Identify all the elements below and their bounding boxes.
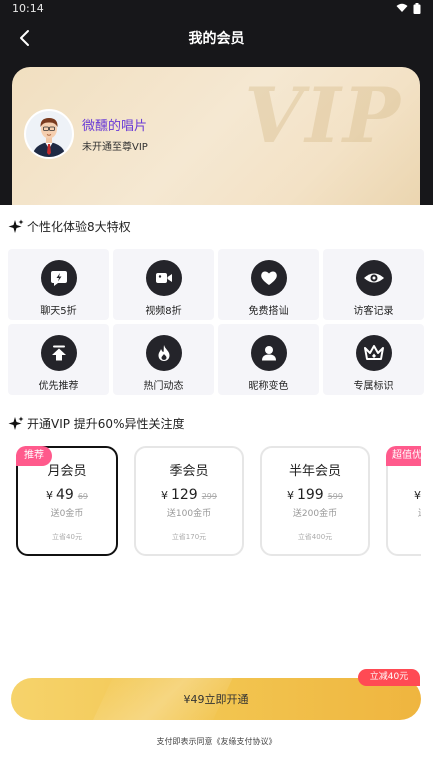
plan-coins: 送200金币	[292, 509, 338, 519]
arrow-up-icon	[40, 335, 77, 371]
avatar[interactable]	[24, 109, 74, 159]
plan-original-price: 299	[201, 492, 217, 501]
pay-now-button[interactable]: ¥49立即开通	[11, 678, 421, 720]
plan-coins: 送100金币	[166, 509, 212, 519]
plan-currency: ¥	[414, 489, 421, 502]
privileges-header: 个性化体验8大特权	[8, 218, 131, 235]
plan-currency: ¥	[286, 489, 294, 502]
privilege-item[interactable]: 访客记录	[323, 249, 424, 320]
plan-price-row: ¥	[414, 484, 421, 503]
plan-price: 129	[170, 487, 198, 503]
eye-icon	[355, 260, 392, 296]
user-icon	[250, 335, 287, 371]
privilege-label: 昵称变色	[248, 381, 289, 392]
vip-status-text: 未开通至尊VIP	[82, 142, 148, 153]
plan-original-price: 69	[77, 492, 88, 501]
sparkle-icon	[8, 219, 24, 233]
privilege-item[interactable]: 专属标识	[323, 324, 424, 395]
plan-price: 49	[55, 487, 74, 503]
privilege-label: 热门动态	[143, 381, 184, 392]
status-bar: 10:14	[0, 0, 433, 18]
plan-name: 半年会员	[288, 464, 341, 479]
plan-coins: 送	[418, 506, 421, 519]
privilege-label: 优先推荐	[38, 381, 79, 392]
battery-icon	[413, 3, 421, 14]
plan-price: 199	[296, 487, 324, 503]
plan-card-value[interactable]: 超值优 ¥ 送	[386, 446, 421, 556]
plan-savings: 立省40元	[52, 533, 82, 541]
status-icons	[396, 3, 421, 14]
privilege-item[interactable]: 昵称变色	[218, 324, 319, 395]
privilege-item[interactable]: 聊天5折	[8, 249, 109, 320]
nav-bar: 我的会员	[0, 22, 433, 54]
plan-currency: ¥	[160, 489, 168, 502]
wifi-icon	[396, 3, 408, 12]
pay-now-label: ¥49立即开通	[183, 693, 249, 706]
plan-name: 季会员	[169, 464, 209, 479]
privilege-item[interactable]: 视频8折	[113, 249, 214, 320]
user-name: 微醺的唱片	[82, 119, 148, 134]
privilege-label: 专属标识	[353, 381, 394, 392]
payment-agreement-link[interactable]: 支付即表示同意《友缘支付协议》	[0, 736, 433, 747]
plan-price-row: ¥129 299	[136, 484, 242, 503]
plan-card-quarterly[interactable]: 季会员 ¥129 299 送100金币 立省170元	[134, 446, 244, 556]
plan-card-half-year[interactable]: 半年会员 ¥199 599 送200金币 立省400元	[260, 446, 370, 556]
privilege-label: 免费搭讪	[248, 306, 289, 317]
plan-card-monthly[interactable]: 推荐 月会员 ¥49 69 送0金币 立省40元	[16, 446, 118, 556]
plan-price-row: ¥49 69	[18, 484, 116, 503]
plans-header: 开通VIP 提升60%异性关注度	[8, 415, 184, 432]
plan-savings: 立省170元	[171, 533, 207, 541]
heart-icon	[250, 260, 287, 296]
privilege-item[interactable]: 热门动态	[113, 324, 214, 395]
plan-currency: ¥	[45, 489, 53, 502]
privilege-label: 聊天5折	[40, 306, 77, 317]
plan-name: 月会员	[47, 464, 87, 479]
crown-icon	[355, 335, 392, 371]
page-title: 我的会员	[188, 31, 245, 47]
privilege-label: 视频8折	[145, 306, 182, 317]
sparkle-icon	[8, 416, 24, 430]
plan-coins: 送0金币	[50, 509, 84, 519]
privilege-item[interactable]: 免费搭讪	[218, 249, 319, 320]
plans-title: 开通VIP 提升60%异性关注度	[27, 417, 185, 431]
privileges-title: 个性化体验8大特权	[27, 220, 131, 234]
avatar-image	[26, 111, 72, 157]
privilege-item[interactable]: 优先推荐	[8, 324, 109, 395]
privilege-label: 访客记录	[353, 306, 394, 317]
lightning-icon	[40, 260, 77, 296]
plan-savings: 立省400元	[297, 533, 333, 541]
discount-badge: 立减40元	[358, 669, 420, 686]
plan-badge: 超值优	[386, 446, 421, 466]
privileges-grid: 聊天5折 视频8折 免费搭讪 访客记录 优先推荐 热门动态 昵称变色 专属标识	[8, 249, 426, 395]
flame-icon	[145, 335, 182, 371]
plan-list[interactable]: 推荐 月会员 ¥49 69 送0金币 立省40元 季会员 ¥129 299 送100…	[14, 446, 421, 558]
plan-original-price: 599	[327, 492, 343, 501]
plan-price-row: ¥199 599	[262, 484, 368, 503]
status-time: 10:14	[12, 2, 44, 15]
vip-watermark: VIP	[244, 71, 402, 160]
video-icon	[145, 260, 182, 296]
